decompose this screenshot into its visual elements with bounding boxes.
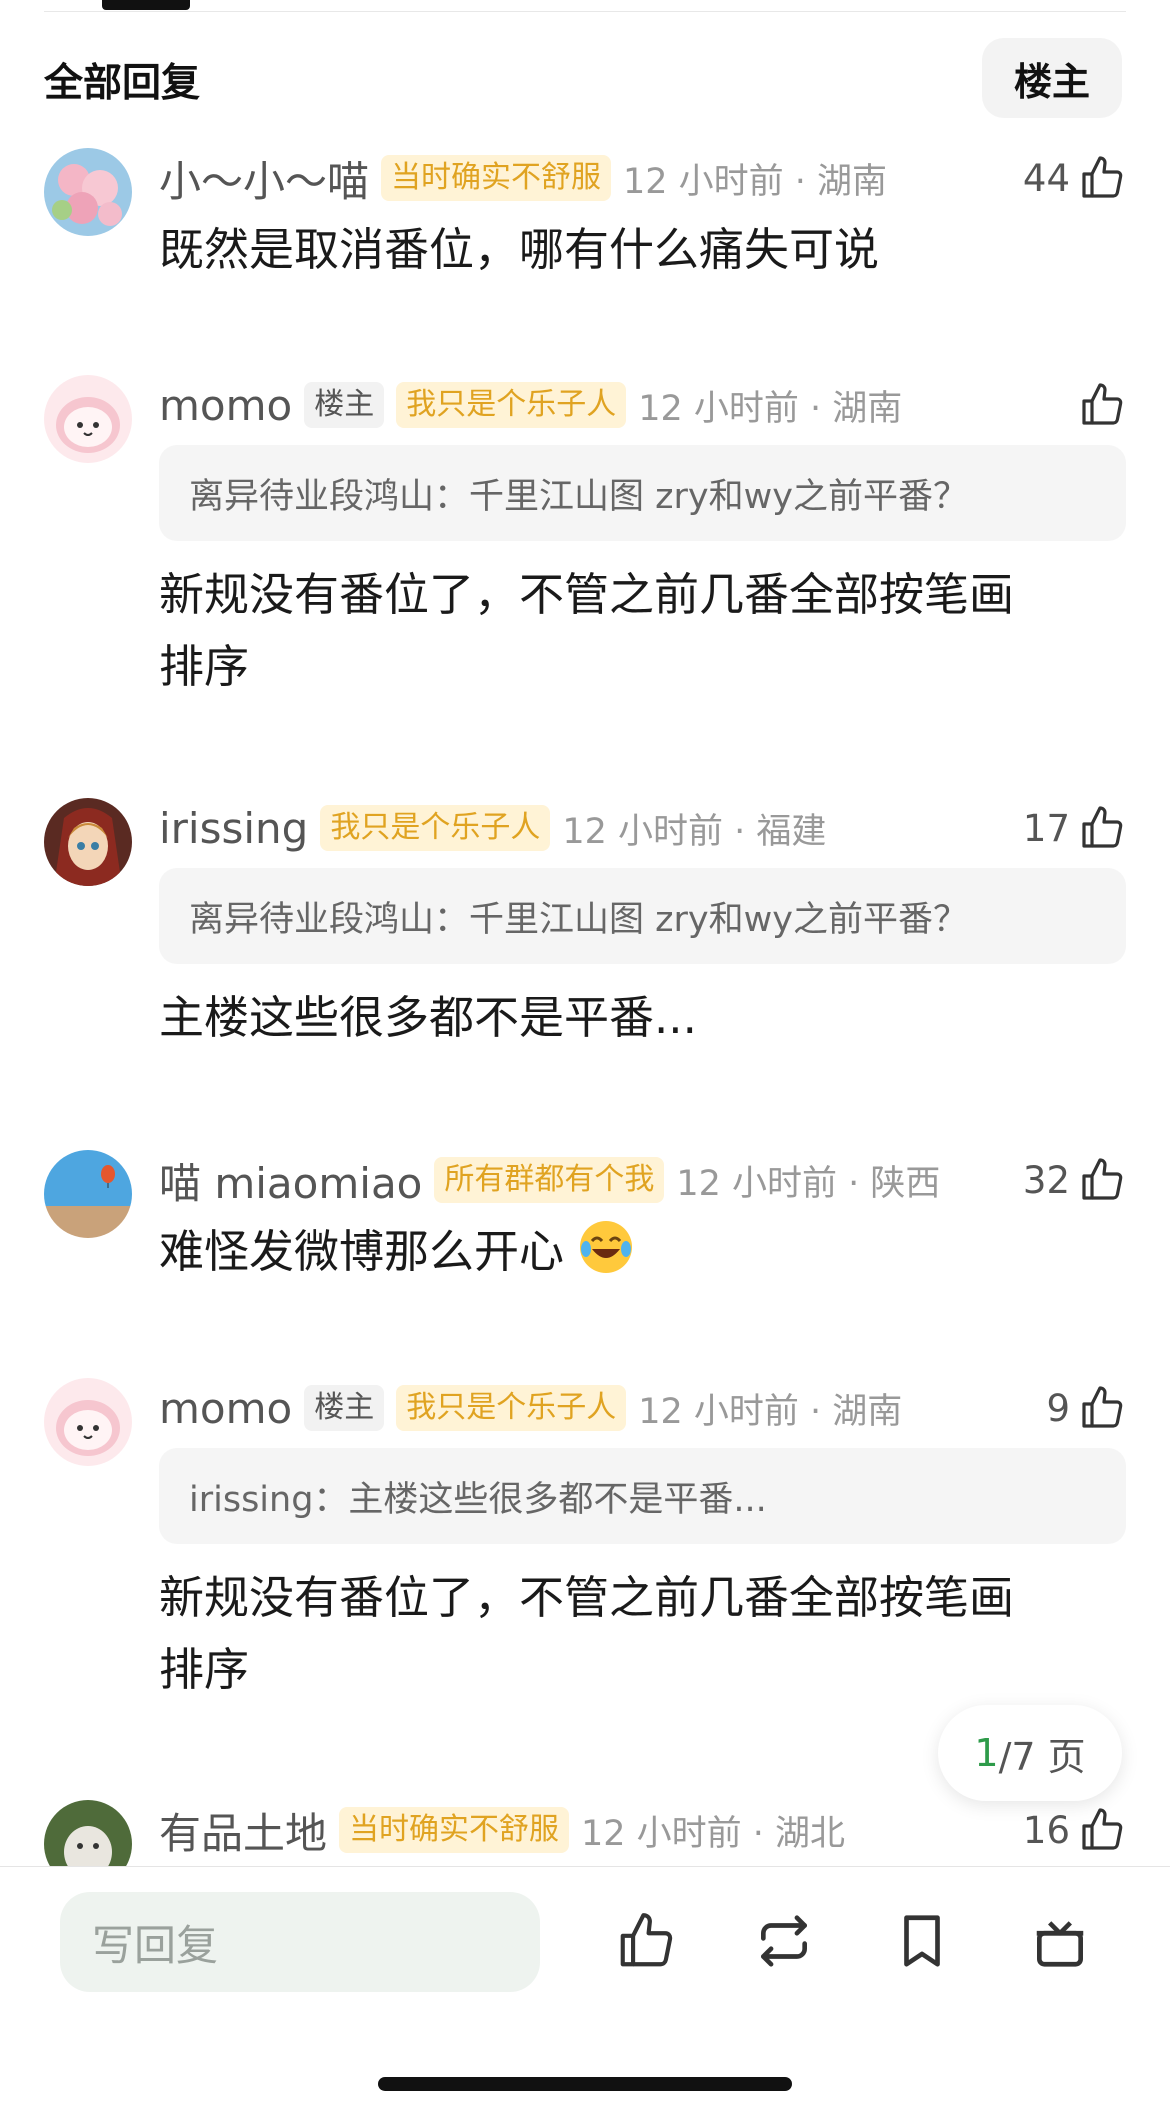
like-button[interactable]: 9	[1046, 1378, 1126, 1438]
timestamp-location: 12 小时前 · 陕西	[676, 1163, 941, 1204]
username[interactable]: momo	[159, 381, 292, 430]
comment-item: 小～小～喵 当时确实不舒服 12 小时前 · 湖南 44 既然是取消番位，哪有什…	[44, 148, 1126, 298]
comment-text: 主楼这些很多都不是平番...	[159, 991, 697, 1044]
comment-item: momo 楼主 我只是个乐子人 12 小时前 · 湖南 离异待业段鸿山：千里江山…	[44, 375, 1126, 715]
quoted-reply[interactable]: 离异待业段鸿山：千里江山图 zry和wy之前平番？	[159, 445, 1126, 541]
comment-item: irissing 我只是个乐子人 12 小时前 · 福建 17 离异待业段鸿山：…	[44, 798, 1126, 1068]
like-count: 9	[1046, 1386, 1070, 1430]
fan-badge: 当时确实不舒服	[339, 1807, 570, 1853]
avatar[interactable]	[44, 148, 132, 236]
comment-text: 新规没有番位了，不管之前几番全部按笔画 排序	[159, 1562, 1126, 1706]
thumbs-up-icon	[1082, 1158, 1123, 1200]
fan-badge: 我只是个乐子人	[396, 382, 627, 428]
avatar[interactable]	[44, 1150, 132, 1238]
quoted-reply[interactable]: 离异待业段鸿山：千里江山图 zry和wy之前平番？	[159, 868, 1126, 964]
thumbs-up-icon	[1082, 156, 1123, 198]
like-count: 17	[1022, 806, 1070, 850]
fan-badge: 当时确实不舒服	[381, 155, 612, 201]
quoted-reply[interactable]: irissing：主楼这些很多都不是平番...	[159, 1448, 1126, 1544]
comment-text: 既然是取消番位，哪有什么痛失可说	[159, 223, 880, 276]
gift-button[interactable]	[1024, 1905, 1096, 1977]
username[interactable]: 小～小～喵	[159, 148, 369, 209]
comment-text: 新规没有番位了，不管之前几番全部按笔画 排序	[159, 559, 1126, 703]
comment-text-line: 新规没有番位了，不管之前几番全部按笔画	[159, 1571, 1015, 1624]
section-title: 全部回复	[44, 61, 201, 106]
comment-text-line: 新规没有番位了，不管之前几番全部按笔画	[159, 568, 1015, 621]
tab-indicator	[102, 0, 190, 10]
thumbs-up-icon	[1082, 1808, 1123, 1850]
timestamp-location: 12 小时前 · 湖北	[581, 1813, 846, 1854]
timestamp-location: 12 小时前 · 湖南	[623, 161, 888, 202]
avatar[interactable]	[44, 1800, 132, 1866]
comment-text-body: 难怪发微博那么开心	[159, 1225, 565, 1278]
repost-button[interactable]	[748, 1905, 820, 1977]
like-count: 32	[1022, 1158, 1070, 1202]
divider	[44, 11, 1126, 12]
op-only-filter-button[interactable]: 楼主	[982, 38, 1122, 118]
like-button[interactable]: 32	[1023, 1150, 1126, 1210]
reply-input[interactable]: 写回复	[60, 1892, 540, 1992]
avatar[interactable]	[44, 798, 132, 886]
fan-badge: 所有群都有个我	[434, 1157, 665, 1203]
bookmark-icon	[904, 1915, 940, 1967]
like-button[interactable]	[1070, 375, 1126, 435]
thumbs-up-icon	[1082, 1386, 1123, 1428]
fan-badge: 我只是个乐子人	[320, 805, 551, 851]
like-post-button[interactable]	[610, 1905, 682, 1977]
username[interactable]: irissing	[159, 804, 308, 853]
comment-text-line: 排序	[159, 1643, 250, 1696]
thumbs-up-icon	[620, 1913, 673, 1967]
thumbs-up-icon	[1082, 383, 1123, 425]
page-total: /7 页	[998, 1734, 1086, 1779]
like-button[interactable]: 16	[1023, 1800, 1126, 1860]
comment-item: momo 楼主 我只是个乐子人 12 小时前 · 湖南 9 irissing：主…	[44, 1378, 1126, 1718]
username[interactable]: 有品土地	[159, 1800, 327, 1861]
comment-item: 有品土地 当时确实不舒服 12 小时前 · 湖北 16	[44, 1800, 1126, 1866]
home-indicator	[378, 2077, 792, 2091]
avatar[interactable]	[44, 1378, 132, 1466]
thumbs-up-icon	[1082, 806, 1123, 848]
gift-icon	[1036, 1921, 1084, 1967]
laughing-tears-emoji	[580, 1221, 633, 1273]
page-current: 1	[974, 1731, 999, 1775]
like-count: 16	[1022, 1808, 1070, 1852]
username[interactable]: 喵 miaomiao	[159, 1150, 422, 1211]
fan-badge: 我只是个乐子人	[396, 1385, 627, 1431]
avatar[interactable]	[44, 375, 132, 463]
timestamp-location: 12 小时前 · 湖南	[638, 1391, 903, 1432]
comment-text-line: 排序	[159, 640, 250, 693]
like-count: 44	[1022, 156, 1070, 200]
op-badge: 楼主	[304, 1385, 385, 1431]
comment-text: 难怪发微博那么开心	[159, 1216, 1126, 1288]
comment-item: 喵 miaomiao 所有群都有个我 12 小时前 · 陕西 32 难怪发微博那…	[44, 1150, 1126, 1300]
like-button[interactable]: 44	[1023, 148, 1126, 208]
username[interactable]: momo	[159, 1384, 292, 1433]
like-button[interactable]: 17	[1023, 798, 1126, 858]
timestamp-location: 12 小时前 · 福建	[562, 811, 827, 852]
bookmark-button[interactable]	[886, 1905, 958, 1977]
repost-icon	[761, 1915, 807, 1967]
op-badge: 楼主	[304, 382, 385, 428]
page-indicator[interactable]: 1/7 页	[938, 1705, 1122, 1801]
timestamp-location: 12 小时前 · 湖南	[638, 388, 903, 429]
